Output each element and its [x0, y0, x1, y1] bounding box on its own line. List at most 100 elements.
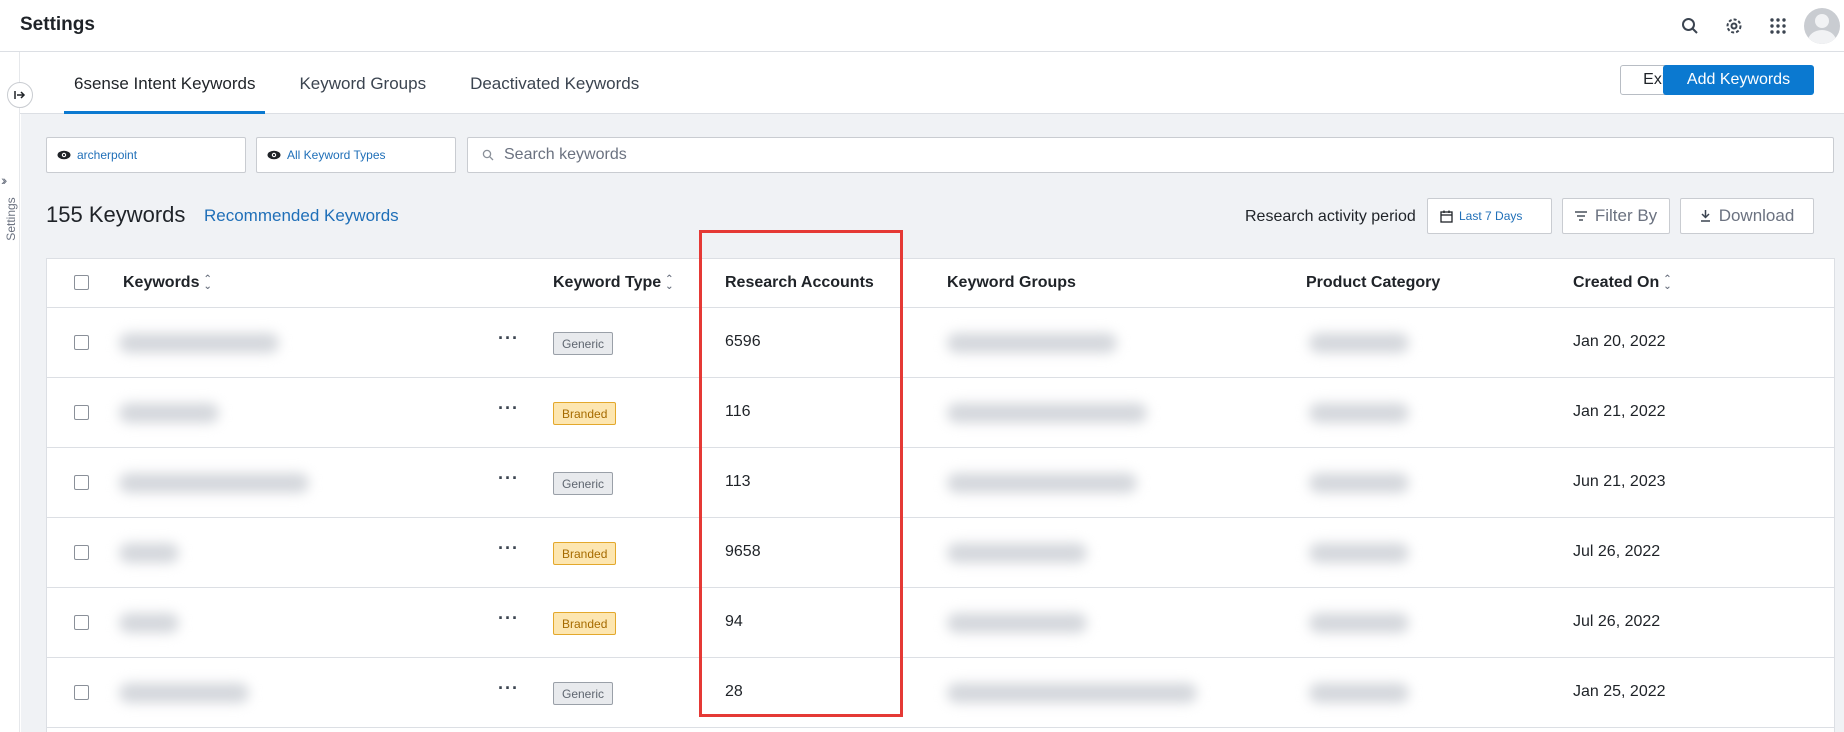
more-options-icon[interactable]: ··· — [498, 328, 519, 349]
keyword-group-redacted — [947, 543, 1087, 563]
collapse-panel-button[interactable] — [7, 82, 33, 108]
row-checkbox[interactable] — [74, 545, 89, 560]
table-row[interactable]: ··· Generic 113 Jun 21, 2023 — [47, 448, 1834, 518]
filter-by-label: Filter By — [1594, 206, 1658, 225]
keyword-type-badge: Generic — [553, 682, 614, 705]
keyword-redacted — [119, 473, 309, 493]
download-icon — [1700, 210, 1710, 222]
eye-icon — [57, 150, 71, 160]
col-keyword-type[interactable]: Keyword Type ⌃ ⌄ — [553, 274, 674, 292]
row-checkbox[interactable] — [74, 475, 89, 490]
created-on-value: Jan 25, 2022 — [1573, 683, 1666, 700]
keyword-group-redacted — [947, 473, 1137, 493]
research-accounts-value: 113 — [725, 473, 751, 490]
download-button[interactable]: Download — [1680, 198, 1814, 234]
col-keyword-type-label: Keyword Type — [553, 274, 662, 291]
col-keyword-groups-label: Keyword Groups — [947, 274, 1076, 291]
keyword-redacted — [119, 543, 179, 563]
keyword-group-redacted — [947, 683, 1197, 703]
row-checkbox[interactable] — [74, 615, 89, 630]
keyword-types-filter[interactable]: All Keyword Types — [256, 137, 456, 173]
keyword-group-redacted — [947, 403, 1147, 423]
table-row[interactable]: ··· Branded 116 Jan 21, 2022 — [47, 378, 1834, 448]
keyword-redacted — [119, 613, 179, 633]
row-checkbox[interactable] — [74, 405, 89, 420]
top-bar: Settings — [0, 0, 1844, 52]
col-research-accounts: Research Accounts — [725, 274, 874, 292]
recommended-keywords-link[interactable]: Recommended Keywords — [204, 206, 399, 226]
tab-bar: 6sense Intent Keywords Keyword Groups De… — [20, 52, 1844, 114]
more-options-icon[interactable]: ··· — [498, 608, 519, 629]
table-row[interactable]: ··· Generic 6596 Jan 20, 2022 — [47, 308, 1834, 378]
product-category-redacted — [1309, 473, 1409, 493]
col-keywords-label: Keywords — [123, 274, 200, 291]
created-on-value: Jul 26, 2022 — [1573, 543, 1661, 560]
gear-icon[interactable] — [1712, 4, 1756, 48]
account-filter-label: archerpoint — [77, 148, 138, 162]
keyword-count: 155 Keywords — [46, 202, 186, 227]
sort-icon[interactable]: ⌃ ⌄ — [203, 275, 211, 292]
more-options-icon[interactable]: ··· — [498, 678, 519, 699]
keywords-table: Keywords ⌃ ⌄ Keyword Type ⌃ ⌄ Research Acc… — [46, 258, 1835, 732]
avatar-body — [1808, 30, 1836, 44]
tab-keyword-groups[interactable]: Keyword Groups — [289, 52, 436, 114]
sort-icon[interactable]: ⌃ ⌄ — [1663, 275, 1671, 292]
col-research-accounts-label: Research Accounts — [725, 274, 874, 291]
more-options-icon[interactable]: ··· — [498, 538, 519, 559]
tab-intent-keywords[interactable]: 6sense Intent Keywords — [64, 52, 266, 114]
search-box[interactable] — [467, 137, 1834, 173]
top-icons — [1668, 0, 1844, 52]
created-on-value: Jan 20, 2022 — [1573, 333, 1666, 350]
search-input[interactable] — [504, 146, 1804, 164]
created-on-value: Jul 26, 2022 — [1573, 613, 1661, 630]
search-icon[interactable] — [1668, 4, 1712, 48]
created-on-value: Jan 21, 2022 — [1573, 403, 1666, 420]
filter-by-button[interactable]: Filter By — [1562, 198, 1670, 234]
calendar-icon — [1440, 210, 1453, 223]
download-label: Download — [1718, 206, 1795, 225]
expand-chevrons-icon[interactable]: ›› — [1, 172, 8, 188]
keyword-type-badge: Branded — [553, 402, 617, 425]
product-category-redacted — [1309, 333, 1409, 353]
tab-deactivated-keywords[interactable]: Deactivated Keywords — [460, 52, 649, 114]
period-value: Last 7 Days — [1459, 209, 1523, 223]
row-checkbox[interactable] — [74, 685, 89, 700]
period-select[interactable]: Last 7 Days — [1427, 198, 1552, 234]
search-icon — [482, 149, 494, 161]
keyword-redacted — [119, 333, 279, 353]
content-area: archerpoint All Keyword Types 155 Keywor… — [21, 114, 1844, 732]
product-category-redacted — [1309, 403, 1409, 423]
row-checkbox[interactable] — [74, 335, 89, 350]
apps-grid-icon[interactable] — [1756, 4, 1800, 48]
keyword-types-label: All Keyword Types — [287, 148, 386, 162]
product-category-redacted — [1309, 683, 1409, 703]
col-product-category-label: Product Category — [1306, 274, 1441, 291]
keyword-type-badge: Generic — [553, 332, 614, 355]
avatar[interactable] — [1804, 8, 1840, 44]
avatar-head — [1815, 14, 1829, 28]
product-category-redacted — [1309, 543, 1409, 563]
keyword-type-badge: Branded — [553, 612, 617, 635]
account-filter[interactable]: archerpoint — [46, 137, 246, 173]
add-keywords-button[interactable]: Add Keywords — [1663, 65, 1814, 95]
table-row[interactable]: ··· Branded 94 Jul 26, 2022 — [47, 588, 1834, 658]
period-label: Research activity period — [1245, 208, 1416, 225]
rail-label: Settings — [4, 197, 18, 241]
select-all-checkbox[interactable] — [74, 275, 89, 290]
research-accounts-value: 6596 — [725, 333, 761, 350]
keyword-redacted — [119, 403, 219, 423]
table-row[interactable]: ··· Branded 9658 Jul 26, 2022 — [47, 518, 1834, 588]
keyword-redacted — [119, 683, 249, 703]
col-keywords[interactable]: Keywords ⌃ ⌄ — [123, 274, 212, 292]
tabs: 6sense Intent Keywords Keyword Groups De… — [64, 52, 673, 114]
col-product-category: Product Category — [1306, 274, 1440, 292]
more-options-icon[interactable]: ··· — [498, 468, 519, 489]
col-created-on[interactable]: Created On ⌃ ⌄ — [1573, 274, 1672, 292]
arrow-right-icon — [14, 91, 26, 99]
more-options-icon[interactable]: ··· — [498, 398, 519, 419]
research-accounts-value: 28 — [725, 683, 743, 700]
sort-icon[interactable]: ⌃ ⌄ — [665, 275, 673, 292]
research-accounts-value: 116 — [725, 403, 751, 420]
research-accounts-value: 94 — [725, 613, 743, 630]
table-row[interactable]: ··· Generic 28 Jan 25, 2022 — [47, 658, 1834, 728]
